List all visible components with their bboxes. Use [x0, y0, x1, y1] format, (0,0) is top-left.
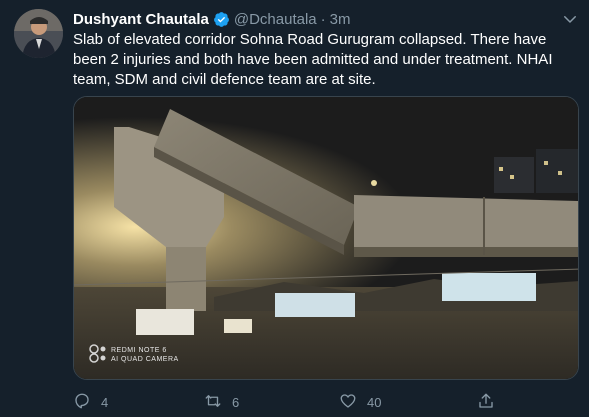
retweet-count: 6 [232, 395, 240, 410]
heart-icon [339, 392, 357, 413]
tweet-photo[interactable]: REDMI NOTE 6 AI QUAD CAMERA [73, 96, 579, 380]
share-icon [477, 392, 495, 413]
handle[interactable]: @Dchautala [234, 11, 317, 28]
watermark-line-1: REDMI NOTE 6 [111, 347, 167, 354]
timestamp[interactable]: 3m [330, 11, 351, 28]
reply-count: 4 [101, 395, 109, 410]
retweet-icon [204, 392, 222, 413]
like-button[interactable]: 40 [339, 392, 381, 413]
reply-button[interactable]: 4 [73, 392, 108, 413]
tweet-text: Slab of elevated corridor Sohna Road Gur… [73, 31, 553, 88]
verified-badge-icon [213, 11, 230, 28]
chevron-down-icon[interactable] [561, 10, 579, 28]
avatar[interactable] [14, 9, 63, 58]
separator-dot: · [320, 10, 326, 28]
share-button[interactable] [477, 392, 495, 413]
tweet-actions: 4 6 40 [73, 392, 513, 412]
like-count: 40 [367, 395, 382, 410]
watermark-line-2: AI QUAD CAMERA [111, 356, 179, 363]
tweet[interactable]: Dushyant Chautala @Dchautala · 3m Slab o… [0, 0, 589, 417]
display-name[interactable]: Dushyant Chautala [73, 11, 209, 28]
retweet-button[interactable]: 6 [204, 392, 239, 413]
reply-icon [73, 392, 91, 413]
tweet-header: Dushyant Chautala @Dchautala · 3m [73, 9, 350, 29]
